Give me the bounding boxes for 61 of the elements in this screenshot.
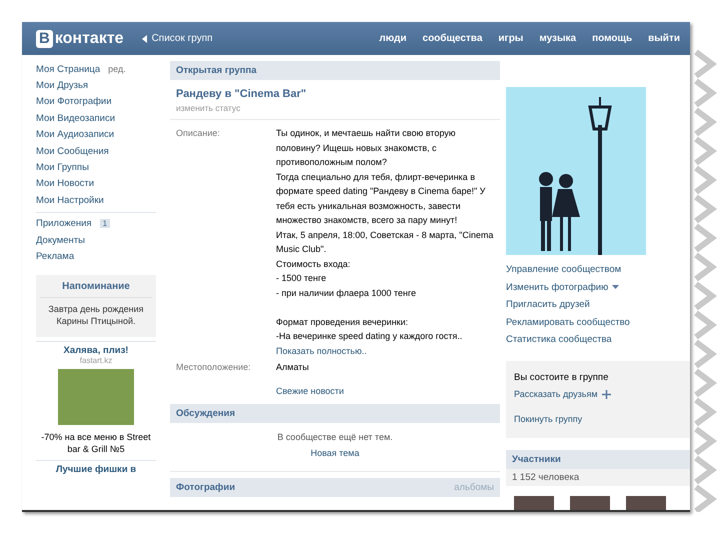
back-arrow-icon — [142, 34, 147, 42]
section-title: Фотографии — [176, 482, 236, 493]
count-badge: 1 — [100, 219, 110, 228]
plus-icon — [602, 390, 611, 398]
field-label: Описание: — [175, 127, 221, 140]
empty-text: В сообществе ещё нет тем. — [277, 431, 393, 444]
section-header: Обсуждения — [170, 404, 500, 423]
description-text: Формат проведения вечеринки: — [276, 316, 410, 329]
nav-link[interactable]: люди — [379, 33, 407, 44]
ad-title[interactable]: Халява, плиз! — [64, 344, 128, 356]
description-text: - 1500 тенге — [276, 272, 328, 285]
nav-link[interactable]: игры — [498, 33, 524, 44]
logo-mark[interactable]: В — [36, 30, 53, 48]
reminder-text: Завтра день рождения Карины Птицыной. — [47, 302, 145, 327]
nav-link[interactable]: выйти — [648, 33, 680, 44]
new-topic-link[interactable]: Новая тема — [310, 445, 360, 461]
reminder-title: Напоминание — [40, 280, 152, 298]
show-more-link[interactable]: Показать полностью.. — [276, 346, 367, 356]
logo-text[interactable]: контакте — [54, 30, 124, 48]
action-link[interactable]: Управление сообществом — [506, 261, 690, 278]
sidebar-item[interactable]: Мои Новости — [36, 178, 94, 190]
nav-link[interactable]: помощь — [592, 33, 632, 44]
sidebar-item[interactable]: Мои Видеозаписи — [36, 112, 116, 124]
news-link[interactable]: Свежие новости — [276, 386, 344, 396]
nav-link[interactable]: музыка — [539, 33, 576, 44]
sidebar-item[interactable]: Мои Аудиозаписи — [36, 129, 114, 140]
sidebar-item[interactable]: Приложения — [36, 218, 92, 230]
group-name: Рандеву в "Cinema Bar" — [176, 88, 308, 100]
member-count: 1 152 человека — [506, 468, 690, 486]
ad-text: -70% на все меню в Street bar & Grill №5 — [40, 430, 152, 455]
sidebar-item[interactable]: Мои Группы — [36, 162, 89, 174]
membership-text: Вы состоите в группе — [514, 370, 610, 384]
action-link[interactable]: Изменить фотографию — [506, 278, 690, 296]
description-text: Тогда специально для тебя, флирт-вечеринка в формате speed dating "Рандеву в Cinema баре!" У тебя есть уникальная возможность, завести множество знакомств, всего за пару минут! — [276, 170, 486, 227]
leave-group-link[interactable]: Покинуть группу — [514, 410, 682, 428]
caret-icon — [612, 285, 620, 290]
description-text: -На вечеринке speed dating у каждого гостя.. — [276, 330, 464, 343]
sidebar-item[interactable]: Мои Друзья — [36, 80, 88, 92]
ad-domain: fastart.kz — [80, 356, 112, 365]
location-text: Алматы — [276, 361, 310, 374]
sidebar-item[interactable]: Моя Страница — [36, 64, 100, 75]
description-text: Итак, 5 апреля, 18:00, Советская - 8 марта, "Cinema Music Club". — [276, 228, 494, 256]
sidebar-item[interactable]: Мои Фотографии — [36, 96, 112, 108]
action-link[interactable]: Пригласить друзей — [506, 296, 690, 314]
description-text: - при наличии флаера 1000 тенге — [276, 286, 417, 300]
nav-link[interactable]: сообщества — [422, 33, 482, 44]
edit-link[interactable]: ред. — [108, 64, 126, 74]
description-text: Стоимость входа: — [276, 258, 352, 271]
action-link[interactable]: Статистика сообщества — [506, 331, 690, 348]
field-label: Местоположение: — [175, 361, 252, 374]
sidebar-item[interactable]: Мои Настройки — [36, 194, 104, 206]
sidebar-item[interactable]: Документы — [36, 234, 85, 246]
back-link[interactable]: Список групп — [142, 33, 213, 44]
sidebar-item[interactable]: Мои Сообщения — [36, 146, 109, 157]
section-header: Открытая группа — [170, 61, 500, 80]
section-header: Участники — [506, 450, 690, 468]
action-link[interactable]: Рекламировать сообщество — [506, 314, 690, 331]
ad-title[interactable]: Лучшие фишки в — [36, 464, 156, 475]
sidebar-item[interactable]: Реклама — [36, 250, 74, 262]
description-text: Ты одинок, и мечтаешь найти свою вторую половину? Ищешь новых знакомств, с противоположным полом? — [276, 127, 456, 169]
tell-friends-link[interactable]: Рассказать друзьям — [514, 386, 682, 402]
